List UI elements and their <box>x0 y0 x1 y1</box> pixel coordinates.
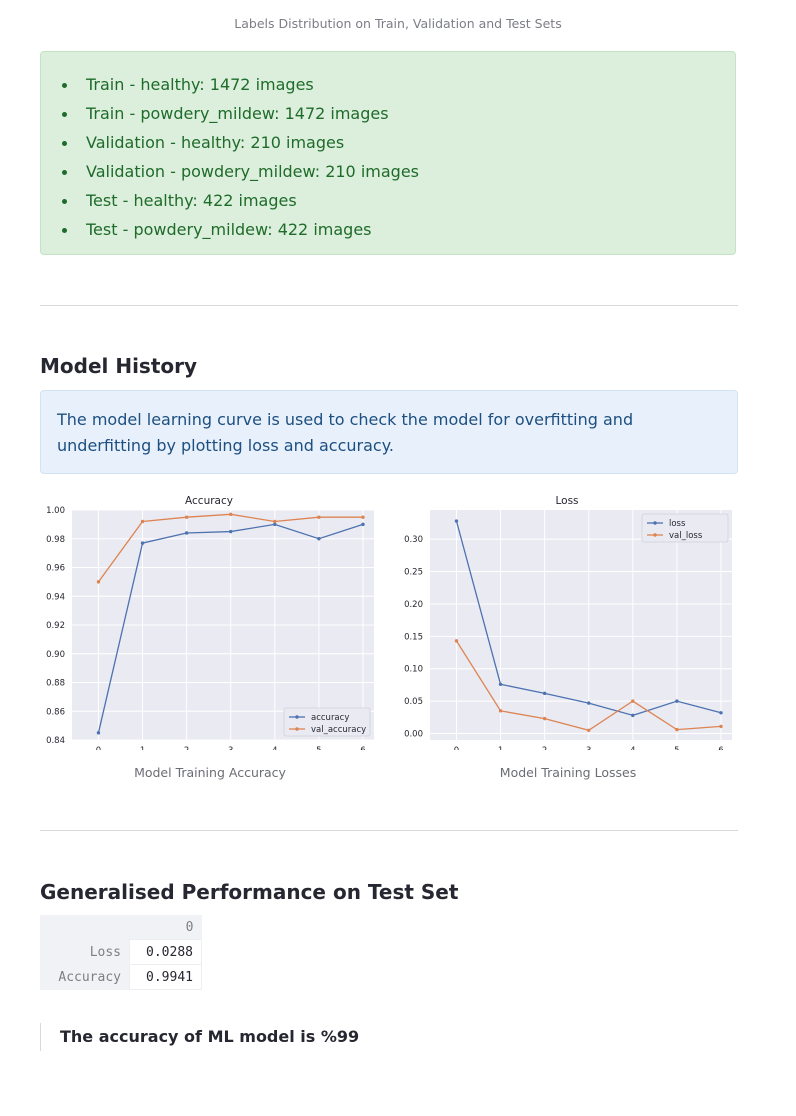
x-tick-label: 0 <box>454 746 459 750</box>
label-distribution-caption: Labels Distribution on Train, Validation… <box>234 16 562 31</box>
x-tick-label: 4 <box>272 746 277 750</box>
y-tick-label: 0.94 <box>46 592 65 602</box>
x-tick-label: 6 <box>718 746 723 750</box>
y-tick-label: 0.15 <box>404 632 423 642</box>
data-point <box>273 519 277 524</box>
legend-label: accuracy <box>311 713 349 723</box>
y-tick-label: 0.20 <box>404 600 423 610</box>
data-point <box>631 699 635 703</box>
table-column-header: 0 <box>129 915 202 940</box>
data-point <box>454 639 459 643</box>
data-point <box>498 682 503 686</box>
y-tick-label: 0.30 <box>404 535 423 545</box>
chart-title: Accuracy <box>185 495 233 507</box>
y-tick-label: 0.86 <box>46 707 65 717</box>
data-point <box>719 711 723 715</box>
legend-label: val_loss <box>669 531 703 541</box>
data-point <box>96 731 101 735</box>
y-tick-label: 0.90 <box>46 650 65 660</box>
data-point <box>361 515 365 519</box>
table-row-label: Loss <box>40 939 130 965</box>
table-cell: 0.0288 <box>129 939 202 965</box>
data-point <box>587 728 591 732</box>
x-tick-label: 4 <box>630 746 635 750</box>
table-cell: 0.9941 <box>129 964 202 990</box>
data-point <box>96 580 101 584</box>
data-point <box>587 701 591 705</box>
list-item: Validation - powdery_mildew: 210 images <box>61 160 419 189</box>
data-point <box>184 531 189 535</box>
table-corner <box>40 915 130 940</box>
y-tick-label: 0.98 <box>46 535 65 545</box>
legend-marker <box>295 715 299 719</box>
divider <box>40 830 738 831</box>
loss-chart: Loss 0.00 0.05 0.10 0.15 0.20 0.25 0.30 0 1 2 3 4 5 6 l… <box>398 490 738 756</box>
legend-marker <box>653 533 657 537</box>
accuracy-chart-caption: Model Training Accuracy <box>134 765 286 780</box>
x-tick-label: 0 <box>96 746 101 750</box>
y-tick-label: 0.88 <box>46 679 65 689</box>
data-point <box>140 541 145 545</box>
data-point <box>542 716 547 721</box>
legend-marker <box>653 521 657 525</box>
x-tick-label: 2 <box>542 746 547 750</box>
x-tick-label: 3 <box>228 746 233 750</box>
list-item: Train - powdery_mildew: 1472 images <box>61 102 419 131</box>
list-item: Train - healthy: 1472 images <box>61 73 419 102</box>
loss-chart-caption: Model Training Losses <box>499 765 637 780</box>
data-point <box>631 713 635 718</box>
label-counts-list: Train - healthy: 1472 images Train - pow… <box>61 73 419 247</box>
data-point <box>229 512 233 517</box>
list-item: Test - healthy: 422 images <box>61 189 419 218</box>
data-point <box>140 519 145 524</box>
legend-marker <box>295 727 299 731</box>
y-tick-label: 0.05 <box>404 697 423 707</box>
x-tick-label: 2 <box>184 746 189 750</box>
x-tick-label: 5 <box>674 746 679 750</box>
divider <box>40 305 738 306</box>
table-row-label: Accuracy <box>40 964 130 990</box>
data-point <box>317 515 321 519</box>
accuracy-statement: The accuracy of ML model is %99 <box>40 1023 359 1051</box>
data-point <box>542 691 547 696</box>
x-tick-label: 3 <box>586 746 591 750</box>
y-tick-label: 0.25 <box>404 568 423 578</box>
accuracy-chart-svg: Accuracy 0.84 0.86 0.88 0.90 0.92 0.94 0.96 0.98… <box>46 495 374 756</box>
data-point <box>719 724 723 729</box>
legend-label: loss <box>669 519 686 529</box>
y-tick-label: 0.92 <box>46 621 65 631</box>
data-point <box>675 699 679 703</box>
x-tick-label: 1 <box>140 746 145 750</box>
data-point <box>361 522 365 527</box>
data-point <box>184 515 189 519</box>
model-history-heading: Model History <box>40 354 198 378</box>
model-history-info-box: The model learning curve is used to chec… <box>40 390 738 474</box>
data-point <box>675 727 679 732</box>
loss-chart-svg: Loss 0.00 0.05 0.10 0.15 0.20 0.25 0.30 0 1 2 3 4 5 6 l… <box>404 495 732 756</box>
plot-area <box>430 510 732 740</box>
table-row: Accuracy 0.9941 <box>40 964 202 990</box>
data-point <box>454 519 459 523</box>
list-item: Test - powdery_mildew: 422 images <box>61 218 419 247</box>
list-item: Validation - healthy: 210 images <box>61 131 419 160</box>
x-tick-label: 5 <box>316 746 321 750</box>
x-tick-label: 6 <box>360 746 365 750</box>
chart-title: Loss <box>555 495 578 507</box>
y-tick-label: 0.84 <box>46 736 65 746</box>
y-tick-label: 0.00 <box>404 730 423 740</box>
y-tick-label: 1.00 <box>46 506 65 516</box>
legend-label: val_accuracy <box>311 725 366 735</box>
performance-table: 0 Loss 0.0288 Accuracy 0.9941 <box>40 915 202 990</box>
y-tick-label: 0.10 <box>404 665 423 675</box>
data-point <box>229 529 233 534</box>
accuracy-chart: Accuracy 0.84 0.86 0.88 0.90 0.92 0.94 0.96 0.98… <box>40 490 380 756</box>
table-header-row: 0 <box>40 915 202 940</box>
performance-heading: Generalised Performance on Test Set <box>40 880 459 904</box>
x-tick-label: 1 <box>498 746 503 750</box>
table-row: Loss 0.0288 <box>40 939 202 965</box>
data-point <box>317 537 321 541</box>
data-point <box>498 709 503 713</box>
label-counts-success-box: Train - healthy: 1472 images Train - pow… <box>40 51 736 255</box>
y-tick-label: 0.96 <box>46 564 65 574</box>
